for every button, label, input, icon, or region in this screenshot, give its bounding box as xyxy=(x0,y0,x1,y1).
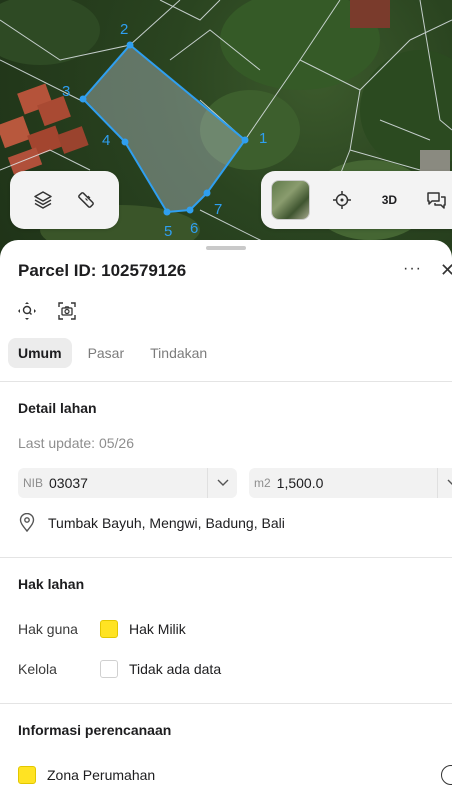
crosshair-icon xyxy=(333,191,352,209)
chevron-down-icon xyxy=(447,479,452,486)
chat-icon xyxy=(427,192,447,209)
vertex-label-1: 1 xyxy=(259,130,267,147)
zone-swatch xyxy=(18,766,36,784)
hak-guna-key: Hak guna xyxy=(18,621,78,637)
zone-info-button[interactable] xyxy=(441,765,452,785)
location-pin-icon xyxy=(19,513,35,533)
nib-prefix: NIB xyxy=(23,476,44,490)
nib-dropdown-button[interactable] xyxy=(207,468,237,498)
last-update-text: Last update: 05/26 xyxy=(18,435,134,451)
3d-mode-button[interactable]: 3D xyxy=(375,185,404,215)
vertex-label-5: 5 xyxy=(164,223,172,240)
divider xyxy=(0,557,452,558)
vertex-label-7: 7 xyxy=(214,201,222,218)
zone-row: Zona Perumahan xyxy=(18,766,155,784)
location-row: Tumbak Bayuh, Mengwi, Badung, Bali xyxy=(18,513,285,533)
kelola-row: Kelola Tidak ada data xyxy=(18,660,221,678)
map-toolbar-left xyxy=(10,171,119,229)
measure-button[interactable] xyxy=(71,185,101,215)
hak-guna-row: Hak guna Hak Milik xyxy=(18,620,186,638)
camera-icon xyxy=(58,302,76,320)
nib-value: 03037 xyxy=(49,475,88,491)
area-value: 1,500.0 xyxy=(276,475,324,491)
map-toolbar-right: 3D xyxy=(261,171,452,229)
kelola-value: Tidak ada data xyxy=(129,661,222,677)
detail-section-title: Detail lahan xyxy=(18,400,97,416)
layers-icon xyxy=(34,191,52,209)
hak-section-title: Hak lahan xyxy=(18,576,85,592)
focus-search-icon xyxy=(18,302,36,320)
divider xyxy=(0,381,452,382)
kelola-swatch xyxy=(100,660,118,678)
chevron-down-icon xyxy=(217,479,228,486)
screenshot-button[interactable] xyxy=(56,300,78,322)
more-options-button[interactable]: ··· xyxy=(403,260,422,278)
vertex-label-6: 6 xyxy=(190,220,198,237)
hak-guna-value: Hak Milik xyxy=(129,621,186,637)
area-dropdown-button[interactable] xyxy=(437,468,452,498)
map-view[interactable]: 1 2 3 4 5 6 7 3D xyxy=(0,0,452,260)
vertex-label-2: 2 xyxy=(120,21,128,38)
sheet-drag-handle[interactable] xyxy=(206,246,246,250)
location-text: Tumbak Bayuh, Mengwi, Badung, Bali xyxy=(48,515,285,531)
zoom-to-parcel-button[interactable] xyxy=(16,300,38,322)
tab-umum[interactable]: Umum xyxy=(8,338,72,368)
tab-tindakan[interactable]: Tindakan xyxy=(140,338,217,368)
zone-label: Zona Perumahan xyxy=(47,767,156,783)
planning-section-title: Informasi perencanaan xyxy=(18,722,172,738)
layers-button[interactable] xyxy=(28,185,58,215)
area-field[interactable]: m2 1,500.0 xyxy=(249,468,452,498)
hak-guna-swatch xyxy=(100,620,118,638)
vertex-label-4: 4 xyxy=(102,132,110,149)
parcel-title: Parcel ID: 102579126 xyxy=(18,261,187,280)
vertex-label-3: 3 xyxy=(62,83,70,100)
parcel-detail-sheet: Parcel ID: 102579126 ··· ✕ Umum Pasar Ti… xyxy=(0,240,452,804)
basemap-thumbnail-button[interactable] xyxy=(271,180,310,220)
kelola-key: Kelola xyxy=(18,661,57,677)
feedback-button[interactable] xyxy=(422,185,451,215)
close-button[interactable]: ✕ xyxy=(440,260,452,281)
tab-pasar[interactable]: Pasar xyxy=(78,338,135,368)
locate-button[interactable] xyxy=(328,185,357,215)
nib-field[interactable]: NIB 03037 xyxy=(18,468,237,498)
divider xyxy=(0,703,452,704)
tab-bar: Umum Pasar Tindakan xyxy=(8,338,217,368)
area-prefix: m2 xyxy=(254,476,271,490)
ruler-icon xyxy=(77,192,94,208)
